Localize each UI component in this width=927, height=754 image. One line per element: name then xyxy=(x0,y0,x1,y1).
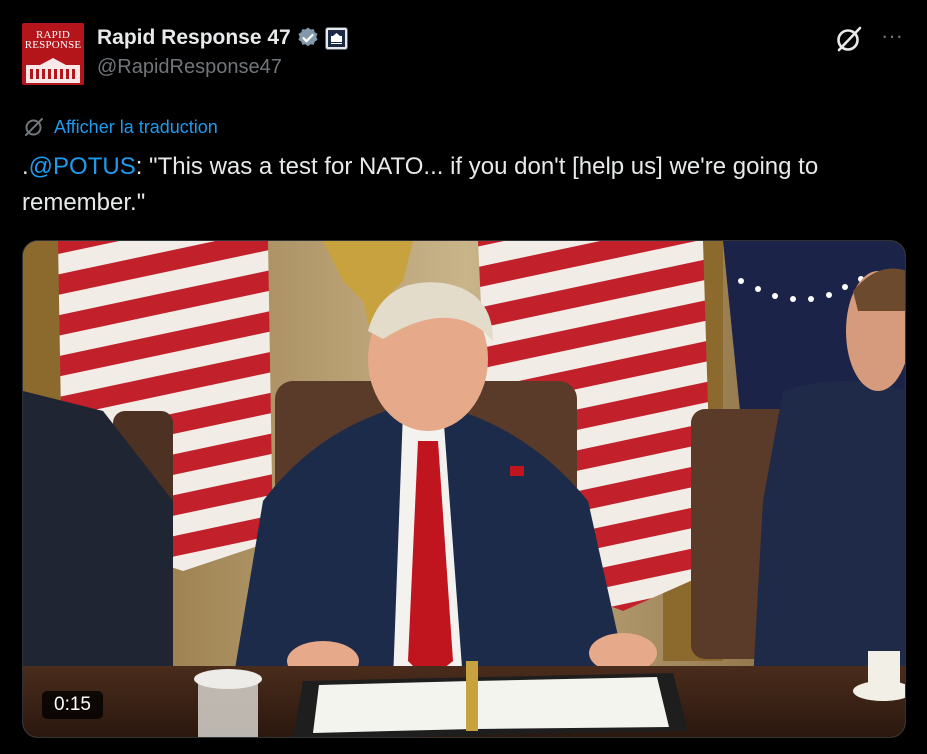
translate-link[interactable]: Afficher la traduction xyxy=(22,115,218,139)
avatar-logo-text: RAPID RESPONSE xyxy=(24,29,82,51)
white-house-affiliation-badge[interactable] xyxy=(324,26,348,50)
tweet-text: .@POTUS: "This was a test for NATO... if… xyxy=(22,149,912,221)
white-house-seal-icon xyxy=(327,29,345,47)
mention-link[interactable]: @POTUS xyxy=(29,153,136,180)
translate-label[interactable]: Afficher la traduction xyxy=(54,117,218,138)
author-display-name[interactable]: Rapid Response 47 xyxy=(97,26,291,50)
white-house-graphic-icon xyxy=(26,58,80,83)
author-handle[interactable]: @RapidResponse47 xyxy=(97,56,282,79)
more-options-button[interactable]: ··· xyxy=(876,23,908,55)
grok-icon xyxy=(25,118,43,136)
video-duration: 0:15 xyxy=(42,691,103,719)
tweet-prefix: . xyxy=(22,153,29,180)
tweet-body: : "This was a test for NATO... if you do… xyxy=(22,153,819,216)
author-name-row: Rapid Response 47 xyxy=(97,24,348,52)
verified-badge-icon[interactable] xyxy=(296,26,320,50)
tweet-post: RAPID RESPONSE Rapid Response 47 @RapidR… xyxy=(0,0,927,754)
grok-icon[interactable] xyxy=(833,23,865,55)
video-player[interactable]: 0:15 xyxy=(22,240,906,738)
video-thumbnail xyxy=(23,241,905,737)
author-avatar[interactable]: RAPID RESPONSE xyxy=(22,23,84,85)
